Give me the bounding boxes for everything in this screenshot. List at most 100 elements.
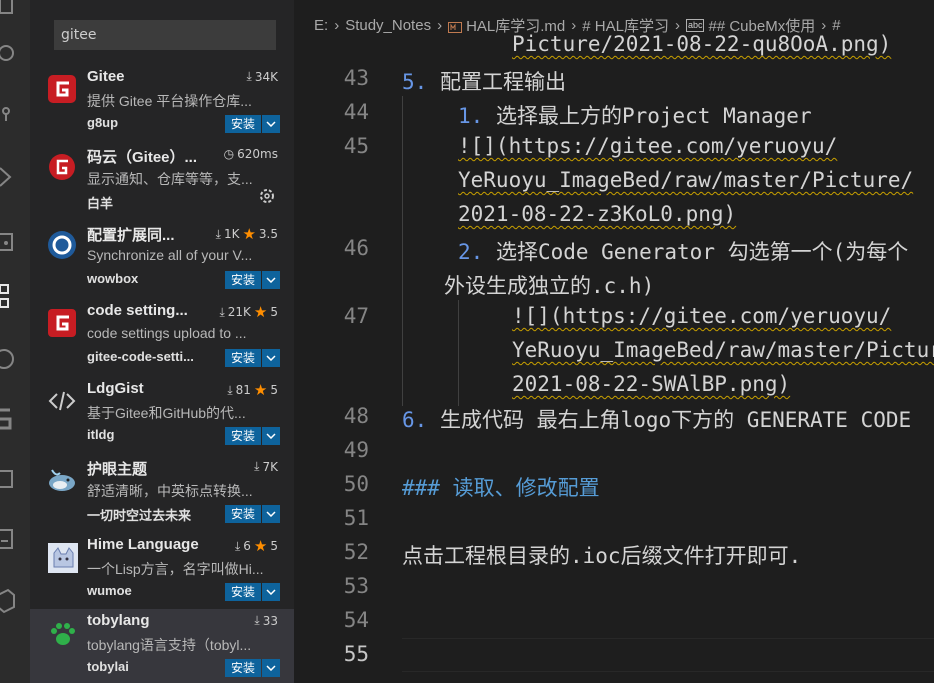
code-text: 2. 选择Code Generator 勾选第一个(为每个 (458, 236, 908, 266)
install-button[interactable]: 安装 (224, 271, 261, 289)
chevron-down-icon (266, 277, 276, 283)
extensions-search-input[interactable] (55, 21, 275, 49)
code-line: Picture/2021-08-22-qu8OoA.png) (294, 28, 934, 62)
extension-item-hime-language[interactable]: Hime Language ⤓ 6 ★ 5 一个Lisp方言，名字叫做Hi...… (30, 533, 294, 611)
install-button[interactable]: 安装 (224, 583, 261, 601)
heading-text: ### 读取、修改配置 (402, 472, 600, 502)
extension-stats: ⤓ 1K ★ 3.5 (216, 225, 278, 243)
cube-icon[interactable] (0, 586, 30, 616)
code-content: 点击工程根目录的.ioc后缀文件打开即可. (402, 544, 802, 568)
manage-gear-icon[interactable] (258, 187, 276, 209)
star-icon: ★ (253, 537, 268, 555)
notebook-icon[interactable] (0, 524, 30, 554)
remote-explorer-icon[interactable] (0, 228, 30, 258)
chevron-down-icon (266, 121, 276, 127)
heading-content: 读取、修改配置 (452, 476, 600, 500)
explorer-icon[interactable] (0, 0, 30, 22)
install-button[interactable]: 安装 (224, 349, 261, 367)
chevron-down-icon (266, 433, 276, 439)
line-number: 46 (343, 236, 369, 260)
install-dropdown-button[interactable] (262, 115, 280, 133)
extension-publisher: itldg (87, 427, 115, 442)
install-dropdown-button[interactable] (262, 583, 280, 601)
code-brackets-icon (48, 387, 80, 419)
rating: 3.5 (258, 227, 278, 241)
extension-name: 护眼主题 (87, 461, 148, 478)
extension-publisher: wumoe (87, 583, 132, 598)
empty-line-squiggle (402, 608, 442, 633)
extension-stats: ⤓ 81 ★ 5 (227, 381, 278, 399)
list-number: 5. (402, 70, 428, 94)
extensions-search-box[interactable] (54, 20, 276, 50)
extension-description: tobylang语言支持（tobyl... (87, 637, 252, 653)
github-icon[interactable] (0, 344, 30, 374)
star-icon: ★ (242, 225, 256, 243)
star-icon: ★ (253, 381, 268, 399)
star-icon: ★ (253, 303, 268, 321)
extension-name: Hime Language (87, 536, 199, 553)
extension-item-tobylang[interactable]: tobylang ⤓ 33 tobylang语言支持（tobyl... toby… (30, 609, 294, 683)
chevron-down-icon (266, 589, 276, 595)
download-icon: ⤓ (219, 304, 225, 319)
code-text: 1. 选择最上方的Project Manager (458, 100, 812, 130)
extensions-icon[interactable] (0, 282, 30, 312)
install-dropdown-button[interactable] (262, 271, 280, 289)
line-number: 45 (343, 134, 369, 158)
download-count: 33 (262, 613, 278, 628)
code-content: ![](https://gitee.com/yeruoyu/ (512, 304, 892, 328)
extension-publisher: wowbox (87, 271, 139, 286)
code-content: ![](https://gitee.com/yeruoyu/ (458, 134, 838, 158)
extension-item-eye-theme[interactable]: 护眼主题 ⤓ 7K 舒适清晰，中英标点转换... 一切时空过去未来 安装 (30, 455, 294, 533)
install-button[interactable]: 安装 (224, 659, 261, 677)
install-dropdown-button[interactable] (262, 505, 280, 523)
code-content: 外设生成独立的.c.h) (444, 274, 655, 298)
extension-item-settings-sync[interactable]: 配置扩展同... ⤓ 1K ★ 3.5 Synchronize all of y… (30, 221, 294, 299)
install-button[interactable]: 安装 (224, 505, 261, 523)
code-line: 43 5. 配置工程输出 (294, 62, 934, 96)
extension-item-code-settings[interactable]: code setting... ⤓ 21K ★ 5 code settings … (30, 299, 294, 377)
extension-stats: ⤓ 7K (254, 459, 278, 474)
search-icon[interactable] (0, 38, 30, 68)
extension-publisher: tobylai (87, 659, 129, 674)
extension-item-ldggist[interactable]: LdgGist ⤓ 81 ★ 5 基于Gitee和GitHub的代... itl… (30, 377, 294, 455)
rating: 5 (270, 305, 278, 319)
code-line: 55 (294, 638, 934, 672)
download-count: 21K (227, 305, 251, 319)
install-button[interactable]: 安装 (224, 115, 261, 133)
extension-description: 显示通知、仓库等等，支... (87, 171, 253, 187)
install-button-group: 安装 (224, 427, 280, 445)
download-icon: ⤓ (215, 226, 221, 241)
code-line: 52 点击工程根目录的.ioc后缀文件打开即可. (294, 536, 934, 570)
code-content: YeRuoyu_ImageBed/raw/master/Picture/ (512, 338, 934, 362)
code-line: 54 (294, 604, 934, 638)
install-button[interactable]: 安装 (224, 427, 261, 445)
gitee-round-logo-icon (48, 153, 80, 185)
code-text: 5. 配置工程输出 (402, 66, 566, 96)
pages-icon[interactable] (0, 464, 30, 494)
code-line: 46 2. 选择Code Generator 勾选第一个(为每个 (294, 232, 934, 266)
list-number: 6. (402, 408, 428, 432)
download-icon: ⤓ (234, 538, 241, 553)
extension-item-gitee[interactable]: Gitee ⤓ 34K 提供 Gitee 平台操作仓库... g8up 安装 (30, 65, 294, 143)
chevron-down-icon (266, 511, 276, 517)
cat-icon (48, 543, 80, 575)
install-time: 620ms (237, 147, 278, 161)
download-icon: ⤓ (246, 69, 252, 83)
extension-stats: ⤓ 6 ★ 5 (235, 537, 278, 555)
sync-logo-icon (48, 231, 80, 263)
gitee-icon[interactable] (0, 404, 30, 434)
install-dropdown-button[interactable] (262, 659, 280, 677)
rating: 5 (270, 383, 278, 397)
line-number: 47 (343, 304, 369, 328)
run-debug-icon[interactable] (0, 162, 30, 192)
extension-name: LdgGist (87, 380, 144, 397)
editor[interactable]: E: › Study_Notes › HAL库学习.md › # HAL库学习 … (294, 0, 934, 683)
line-number: 49 (343, 438, 369, 462)
install-dropdown-button[interactable] (262, 349, 280, 367)
extension-item-mayun[interactable]: 码云（Gitee）... ◷ 620ms 显示通知、仓库等等，支... 白羊 (30, 143, 294, 221)
source-control-icon[interactable] (0, 100, 30, 130)
extension-description: code settings upload to ... (87, 325, 247, 341)
chevron-down-icon (266, 355, 276, 361)
install-dropdown-button[interactable] (262, 427, 280, 445)
code-line-wrap: 2021-08-22-SWAlBP.png) (294, 368, 934, 402)
